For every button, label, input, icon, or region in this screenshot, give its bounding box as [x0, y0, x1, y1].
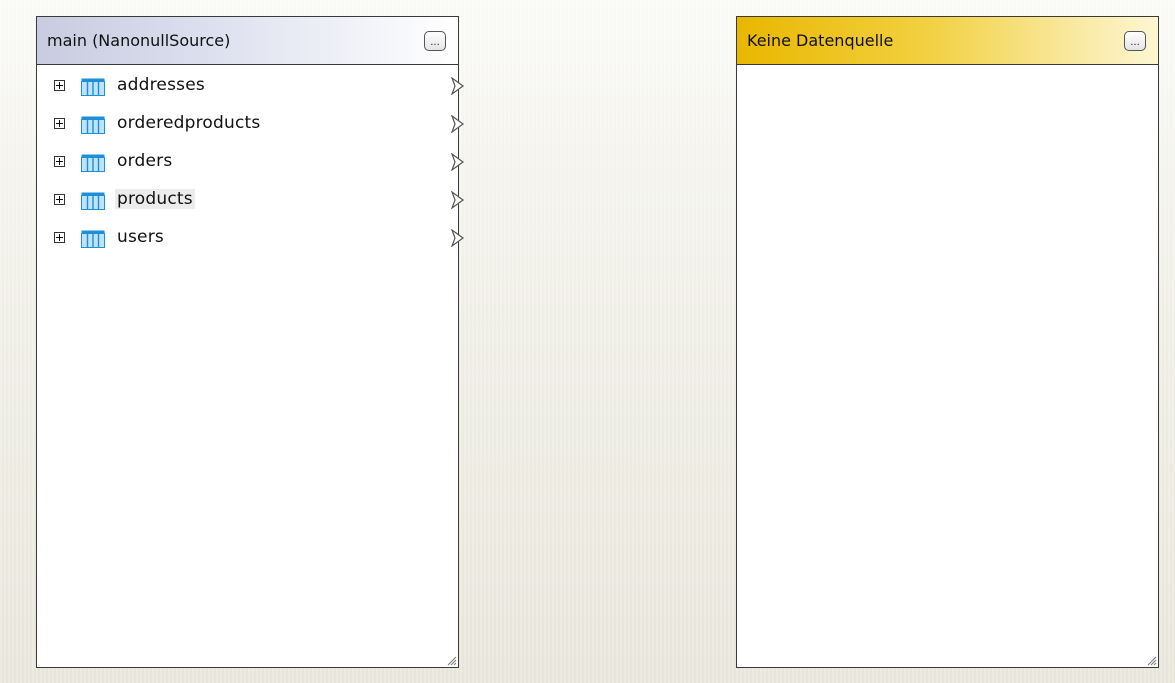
tree-item-products[interactable]: products: [37, 187, 465, 213]
tree-item-users[interactable]: users: [37, 225, 465, 251]
expand-plus-icon[interactable]: [54, 232, 65, 243]
component-menu-button[interactable]: ...: [1124, 31, 1146, 51]
expand-plus-icon[interactable]: [54, 194, 65, 205]
tree-item-label: products: [115, 189, 195, 209]
tree-item-addresses[interactable]: addresses: [37, 73, 465, 99]
table-icon: [81, 192, 105, 210]
expand-plus-icon[interactable]: [54, 156, 65, 167]
component-title: Keine Datenquelle: [747, 31, 894, 50]
expand-plus-icon[interactable]: [54, 80, 65, 91]
tree-item-orderedproducts[interactable]: orderedproducts: [37, 111, 465, 137]
target-component[interactable]: Keine Datenquelle ...: [736, 16, 1159, 668]
output-connector-icon[interactable]: [451, 229, 465, 247]
tree-item-label: users: [117, 227, 164, 247]
source-database-component[interactable]: main (NanonullSource) ... addresses orde…: [36, 16, 465, 668]
tree-item-orders[interactable]: orders: [37, 149, 465, 175]
component-menu-button[interactable]: ...: [424, 31, 446, 51]
output-connector-icon[interactable]: [451, 77, 465, 95]
mapping-canvas[interactable]: main (NanonullSource) ... addresses orde…: [0, 0, 1175, 683]
output-connector-icon[interactable]: [451, 191, 465, 209]
tree-item-label: orderedproducts: [117, 113, 261, 133]
tree-item-label: addresses: [117, 75, 205, 95]
table-icon: [81, 116, 105, 134]
table-icon: [81, 154, 105, 172]
table-icon: [81, 78, 105, 96]
table-icon: [81, 230, 105, 248]
output-connector-icon[interactable]: [451, 153, 465, 171]
component-title: main (NanonullSource): [47, 31, 231, 50]
resize-grip-icon[interactable]: [1145, 654, 1157, 666]
component-header[interactable]: Keine Datenquelle ...: [737, 17, 1158, 65]
expand-plus-icon[interactable]: [54, 118, 65, 129]
tree-item-label: orders: [117, 151, 173, 171]
output-connector-icon[interactable]: [451, 115, 465, 133]
resize-grip-icon[interactable]: [445, 654, 457, 666]
component-header[interactable]: main (NanonullSource) ...: [37, 17, 458, 65]
